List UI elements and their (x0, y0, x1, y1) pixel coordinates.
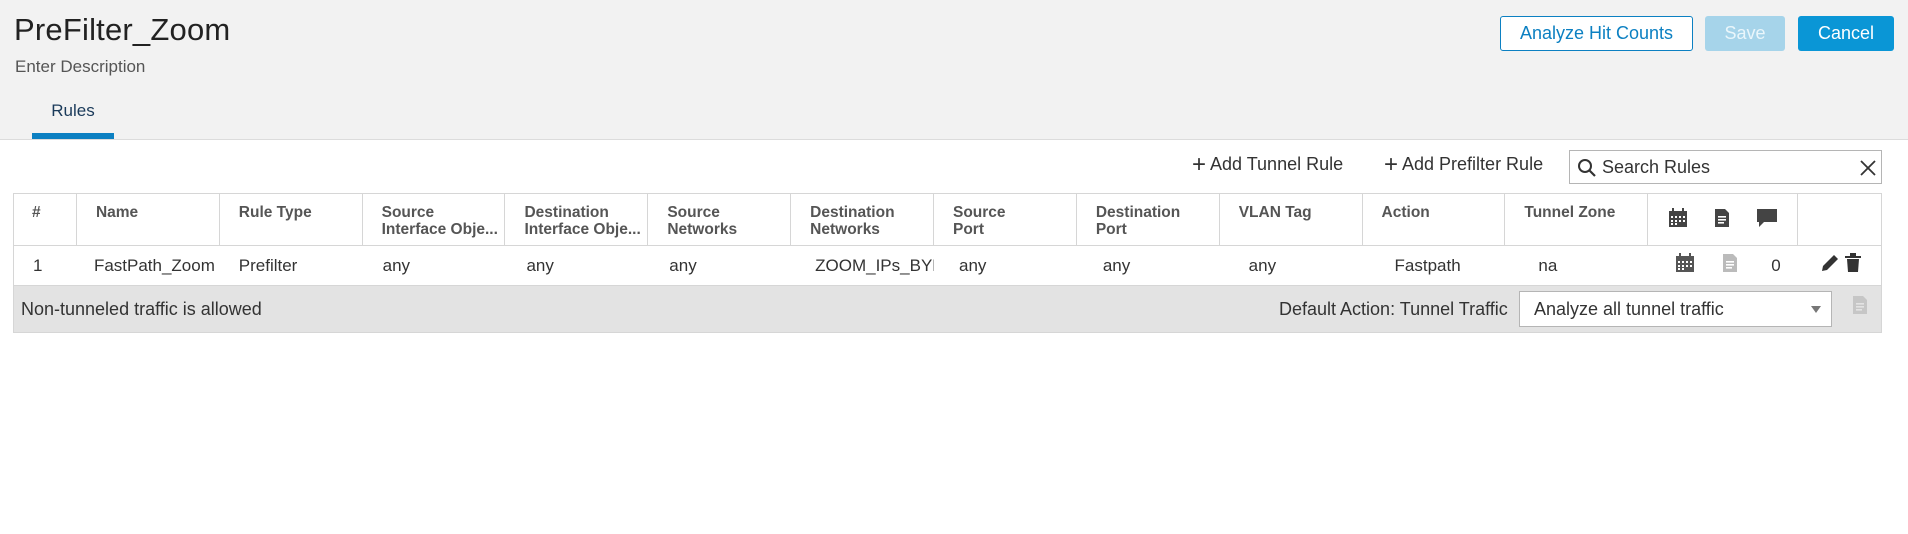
cell-row-actions (1798, 253, 1881, 278)
cell-destination-interface: any (526, 255, 554, 275)
comment-count[interactable]: 0 (1771, 256, 1780, 276)
search-icon (1577, 158, 1597, 183)
column-header-action[interactable]: Action (1363, 194, 1506, 245)
default-action-select[interactable]: Analyze all tunnel traffic (1519, 291, 1832, 327)
edit-icon[interactable] (1820, 253, 1840, 278)
cell-source-port: any (958, 255, 987, 275)
table-row[interactable]: 1 FastPath_Zoom Prefilter any any any ZO… (14, 246, 1881, 286)
chevron-down-icon (1811, 306, 1821, 313)
cancel-button[interactable]: Cancel (1798, 16, 1894, 51)
column-header-source-interface[interactable]: Source Interface Obje... (363, 194, 506, 245)
page-title: PreFilter_Zoom (14, 12, 231, 47)
cell-destination-networks: ZOOM_IPs_BYPASS (815, 255, 934, 275)
column-header-rule-type[interactable]: Rule Type (220, 194, 363, 245)
calendar-icon[interactable] (1668, 208, 1688, 245)
non-tunneled-traffic-text: Non-tunneled traffic is allowed (21, 299, 262, 319)
column-header-actions (1798, 194, 1881, 245)
cell-destination-port: any (1102, 255, 1131, 275)
column-header-tunnel-zone[interactable]: Tunnel Zone (1505, 194, 1649, 245)
calendar-icon[interactable] (1675, 253, 1695, 278)
plus-icon: + (1384, 150, 1399, 178)
column-header-destination-networks[interactable]: Destination Networks (791, 194, 934, 245)
cell-action: Fastpath (1394, 255, 1461, 275)
document-icon[interactable] (1852, 295, 1868, 320)
close-icon[interactable] (1859, 159, 1877, 182)
column-header-icons (1648, 194, 1799, 245)
column-header-name[interactable]: Name (77, 194, 220, 245)
add-tunnel-rule-label: Add Tunnel Rule (1210, 154, 1344, 174)
rules-table: # Name Rule Type Source Interface Obje...… (13, 193, 1882, 333)
cell-name: FastPath_Zoom (93, 255, 215, 275)
column-header-destination-interface[interactable]: Destination Interface Obje... (505, 194, 649, 245)
column-header-destination-port[interactable]: Destination Port (1077, 194, 1220, 245)
default-action-row: Non-tunneled traffic is allowed Default … (14, 286, 1881, 332)
cell-tunnel-zone: na (1538, 255, 1558, 275)
analyze-hit-counts-button[interactable]: Analyze Hit Counts (1500, 16, 1693, 51)
comment-icon[interactable] (1756, 208, 1778, 245)
cell-source-networks: any (669, 255, 697, 275)
default-action-label: Default Action: Tunnel Traffic (1279, 299, 1508, 319)
cell-source-interface: any (382, 255, 411, 275)
column-header-source-port[interactable]: Source Port (934, 194, 1077, 245)
cell-rule-type: Prefilter (238, 255, 298, 275)
table-header: # Name Rule Type Source Interface Obje...… (14, 194, 1881, 246)
cell-number: 1 (33, 255, 43, 275)
plus-icon: + (1192, 150, 1207, 178)
column-header-vlan-tag[interactable]: VLAN Tag (1220, 194, 1363, 245)
add-prefilter-rule-label: Add Prefilter Rule (1402, 154, 1544, 174)
document-icon[interactable] (1722, 253, 1738, 278)
default-action-value: Analyze all tunnel traffic (1534, 299, 1724, 319)
description-field[interactable]: Enter Description (15, 57, 145, 77)
document-icon[interactable] (1714, 208, 1730, 245)
add-prefilter-rule-button[interactable]: + Add Prefilter Rule (1384, 150, 1544, 178)
cell-icons: 0 (1648, 253, 1798, 278)
page-header: PreFilter_Zoom Enter Description Rules A… (0, 0, 1908, 140)
save-button[interactable]: Save (1705, 16, 1785, 51)
add-tunnel-rule-button[interactable]: + Add Tunnel Rule (1192, 150, 1344, 178)
trash-icon[interactable] (1844, 253, 1862, 278)
search-input[interactable] (1602, 155, 1852, 179)
tab-active-indicator (32, 133, 114, 139)
column-header-source-networks[interactable]: Source Networks (648, 194, 792, 245)
search-rules-box[interactable] (1569, 150, 1882, 184)
cell-vlan-tag: any (1248, 255, 1277, 275)
column-header-number[interactable]: # (14, 194, 77, 245)
